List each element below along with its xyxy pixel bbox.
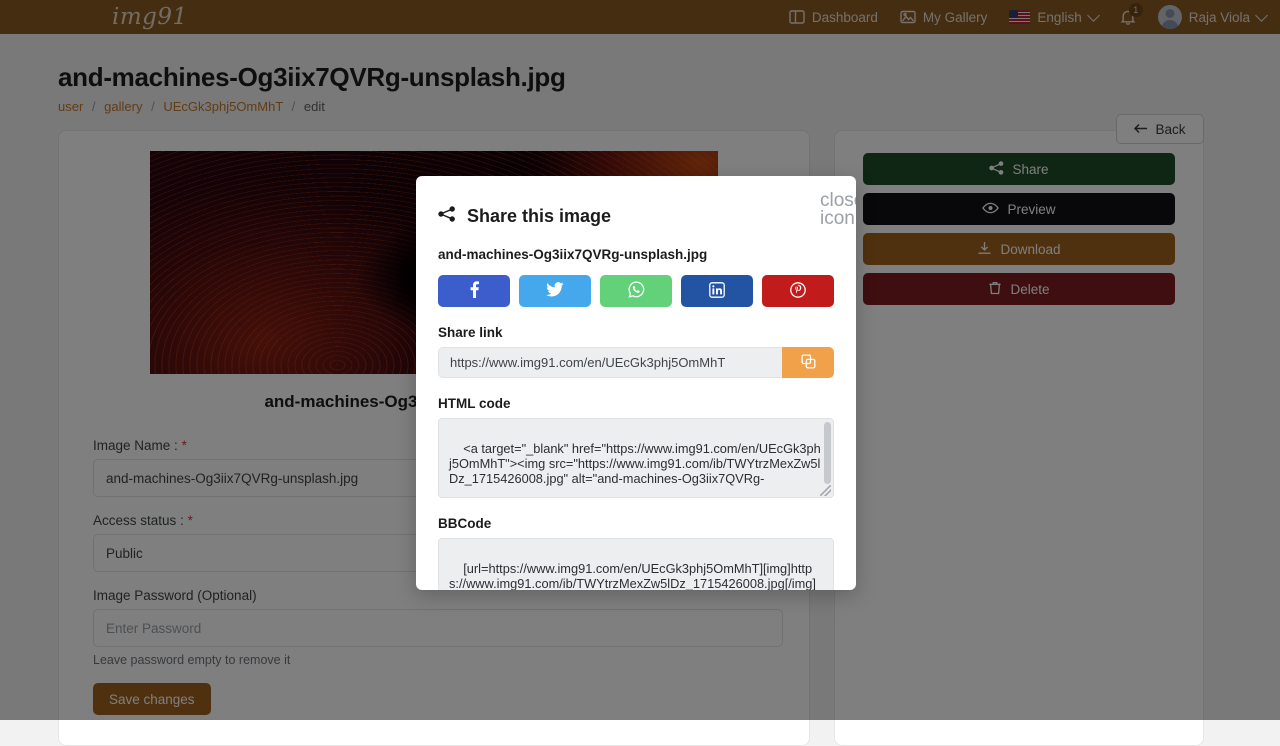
html-code-scrollbar[interactable] — [824, 422, 831, 484]
share-linkedin-button[interactable] — [681, 275, 753, 307]
html-code-textarea[interactable]: <a target="_blank" href="https://www.img… — [438, 418, 834, 498]
facebook-icon — [470, 281, 479, 301]
twitter-icon — [546, 282, 564, 300]
linkedin-icon — [709, 281, 725, 301]
share-link-row: https://www.img91.com/en/UEcGk3phj5OmMhT — [438, 347, 834, 378]
copy-icon — [800, 353, 816, 372]
close-icon[interactable]: close-icon — [820, 191, 856, 228]
modal-title-text: Share this image — [467, 206, 612, 226]
share-facebook-button[interactable] — [438, 275, 510, 307]
resize-handle-icon[interactable] — [820, 485, 831, 496]
bbcode-label: BBCode — [438, 516, 492, 531]
copy-link-button[interactable] — [782, 347, 834, 378]
whatsapp-icon — [627, 281, 645, 301]
html-code-text: <a target="_blank" href="https://www.img… — [449, 441, 821, 486]
pinterest-icon — [790, 281, 806, 301]
modal-filename: and-machines-Og3iix7QVRg-unsplash.jpg — [438, 247, 708, 262]
html-code-label: HTML code — [438, 396, 511, 411]
share-icon — [438, 206, 456, 227]
modal-title-row: Share this image — [438, 206, 834, 227]
share-twitter-button[interactable] — [519, 275, 591, 307]
share-link-label: Share link — [438, 325, 503, 340]
bbcode-textarea[interactable]: [url=https://www.img91.com/en/UEcGk3phj5… — [438, 538, 834, 590]
share-pinterest-button[interactable] — [762, 275, 834, 307]
share-whatsapp-button[interactable] — [600, 275, 672, 307]
share-modal: close-icon Share this image and-machines… — [416, 176, 856, 590]
share-link-input[interactable]: https://www.img91.com/en/UEcGk3phj5OmMhT — [438, 347, 782, 378]
social-share-row — [438, 275, 834, 307]
bbcode-text: [url=https://www.img91.com/en/UEcGk3phj5… — [449, 561, 816, 590]
